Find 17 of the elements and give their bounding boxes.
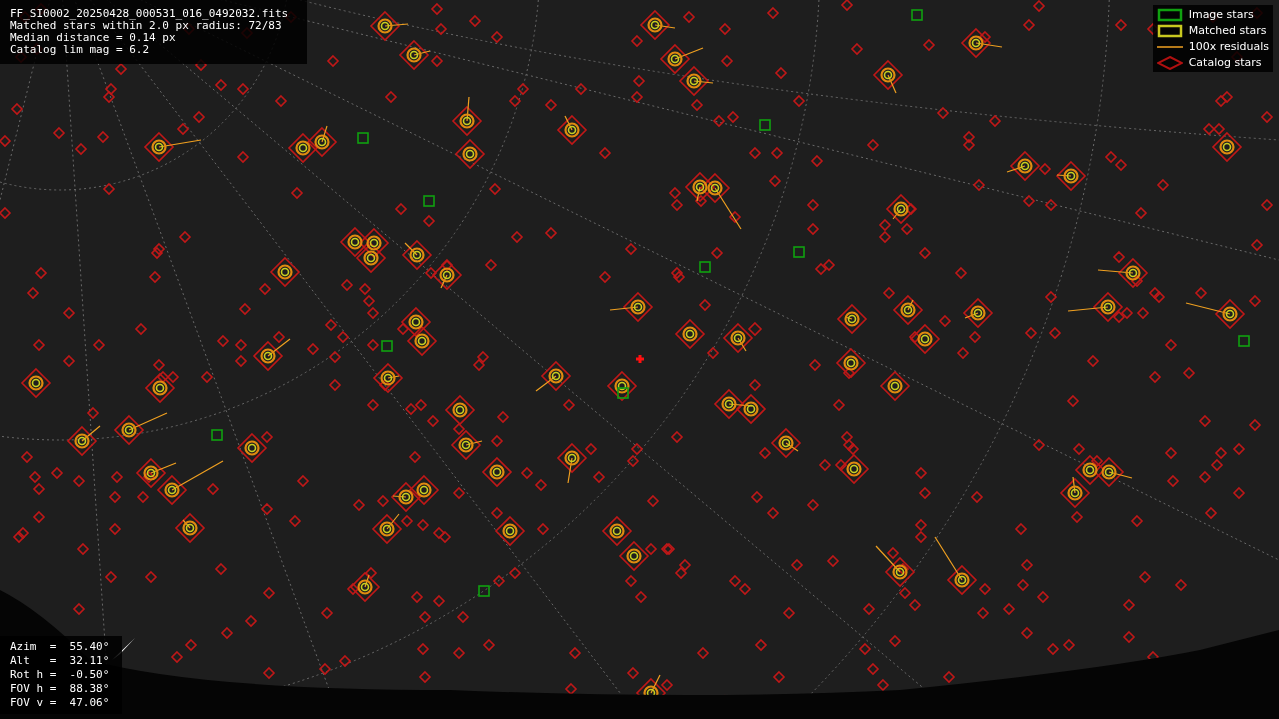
pointing-text: Rot h = -0.50° <box>10 668 111 682</box>
diamond-icon <box>1156 55 1183 70</box>
pointing-text: FOV h = 88.38° <box>10 682 111 696</box>
info-text: Catalog lim mag = 6.2 <box>10 44 151 56</box>
line-icon <box>1156 45 1183 48</box>
legend-label: Image stars <box>1188 8 1254 21</box>
info-text: Matched stars within 2.0 px radius: 72/83 <box>10 20 282 32</box>
pointing-text: FOV v = 47.06° <box>10 696 111 710</box>
pointing-text: Alt = 32.11° <box>10 654 111 668</box>
rectangle-icon <box>1156 7 1183 22</box>
legend-label: Matched stars <box>1188 24 1267 37</box>
legend-label: Catalog stars <box>1188 56 1262 69</box>
info-text: Median distance = 0.14 px <box>10 32 177 44</box>
pointing-text: Azim = 55.40° <box>10 640 111 654</box>
rectangle-icon <box>1156 23 1183 38</box>
info-text: FF_SI0002_20250428_000531_016_0492032.fits <box>10 8 290 20</box>
legend-label: 100x residuals <box>1188 40 1269 53</box>
